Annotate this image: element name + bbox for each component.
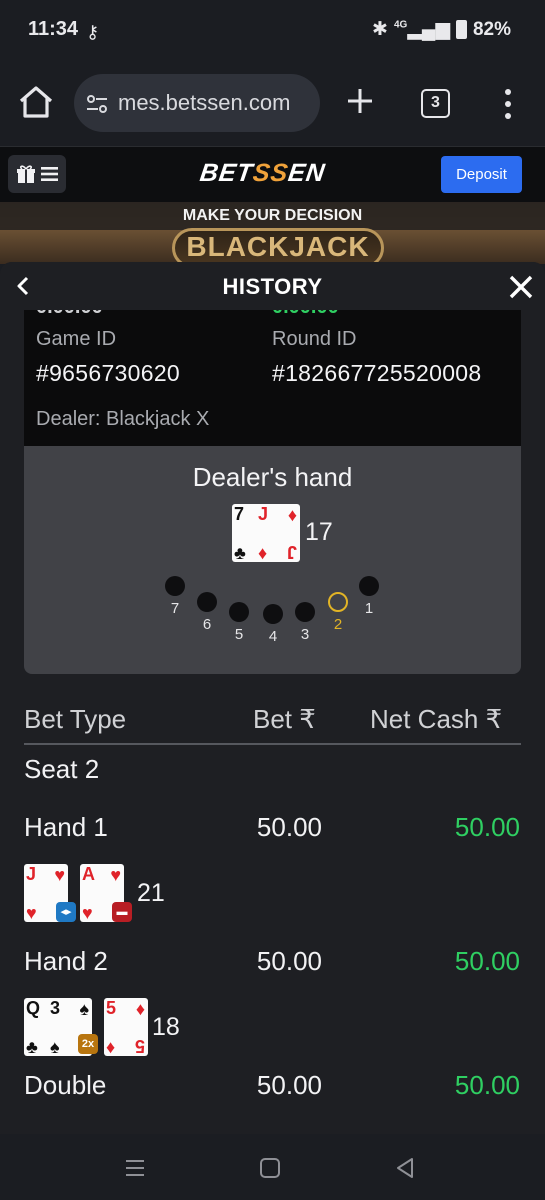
game-banner: MAKE YOUR DECISION BLACKJACK [0,202,545,264]
site-header: BETSSEN Deposit [0,146,545,202]
stand-badge-icon: ▬ [112,902,132,922]
tab-switcher-button[interactable]: 3 [421,89,450,118]
battery-icon [455,20,467,39]
seat-number: 6 [202,616,212,633]
browser-toolbar: mes.betssen.com 3 [0,60,545,146]
seat-6-marker [197,592,217,612]
game-id-label: Game ID [36,328,117,350]
new-tab-icon[interactable] [345,86,375,116]
game-id-value: #9656730620 [36,360,181,386]
url-text: mes.betssen.com [118,90,291,115]
row-net-hand-2: 50.00 [454,946,520,976]
playing-card: A ♥ ♥ ▬ [80,864,132,922]
seat-label: Seat 2 [24,754,100,784]
close-icon[interactable] [508,274,534,300]
gift-icon [17,165,35,183]
row-label-hand-2: Hand 2 [24,946,108,976]
hamburger-icon [41,167,58,181]
row-net-double: 50.00 [454,1070,520,1100]
col-bet-type: Bet Type [24,704,127,734]
col-bet: Bet ₹ [253,704,316,734]
row-label-hand-1: Hand 1 [24,812,108,842]
dealer-hand-card: Dealer's hand 7 ♣ J ♦ ♦ J 17 7 6 5 4 3 2… [24,446,521,674]
system-nav-bar [0,1134,545,1200]
dealer-hand-title: Dealer's hand [192,462,353,492]
seat-2-marker-active [328,592,348,612]
recent-apps-icon[interactable] [123,1156,147,1180]
seat-number: 7 [170,600,180,617]
status-time: 11:34 [28,18,79,40]
site-logo[interactable]: BETSSEN [198,159,327,188]
more-menu-icon[interactable] [500,88,516,120]
status-bar: 11:34 ⚷ ✱ 4G▂▄▆ 82% [0,0,545,60]
row-label-double: Double [24,1070,107,1100]
home-icon[interactable] [16,82,56,122]
dealer-name: Dealer: Blackjack X [36,408,210,430]
site-settings-icon[interactable] [84,91,110,117]
home-nav-icon[interactable] [258,1156,282,1180]
seat-number: 1 [364,600,374,617]
seat-4-marker [263,604,283,624]
seat-1-marker [359,576,379,596]
row-bet-hand-2: 50.00 [256,946,322,976]
table-divider [24,743,521,745]
bluetooth-icon: ✱ [372,19,388,40]
round-id-value: #182667725520008 [272,360,482,386]
split-badge-icon: ◂▸ [56,902,76,922]
seat-number: 3 [300,626,310,643]
round-info-card: 0.00.00 0.00.00 Game ID #9656730620 Roun… [24,296,521,446]
gift-menu-button[interactable] [8,155,66,193]
round-id-label: Round ID [272,328,357,350]
hand-2-total: 18 [152,1013,180,1041]
vpn-key-icon: ⚷ [86,22,100,42]
address-bar[interactable]: mes.betssen.com [74,74,320,132]
seat-number: 5 [234,626,244,643]
hand-1-total: 21 [137,879,165,907]
network-type: 4G [393,19,408,31]
double-badge-icon: 2x [78,1034,98,1054]
history-header: HISTORY [0,262,545,310]
battery-level: 82% [472,18,511,40]
row-bet-double: 50.00 [256,1070,322,1100]
history-title: HISTORY [222,274,323,299]
seat-5-marker [229,602,249,622]
deposit-button[interactable]: Deposit [441,156,522,193]
dealer-total: 17 [305,518,333,546]
col-net-cash: Net Cash ₹ [370,704,503,734]
decision-prompt: MAKE YOUR DECISION [0,202,545,230]
history-panel: 0.00.00 0.00.00 Game ID #9656730620 Roun… [0,262,545,1134]
status-icons: ✱ 4G▂▄▆ 82% [372,18,511,41]
playing-card: J ♦ ♦ J [256,504,300,562]
seat-3-marker [295,602,315,622]
row-net-hand-1: 50.00 [454,812,520,842]
back-nav-icon[interactable] [393,1156,417,1180]
signal-icon: 4G▂▄▆ [393,19,450,40]
seat-number-active: 2 [333,616,343,633]
playing-card: 5 ♦ ♦ 5 [104,998,148,1056]
row-bet-hand-1: 50.00 [256,812,322,842]
playing-card: 3 ♠ ♠ 2x [48,998,98,1056]
game-title: BLACKJACK [172,228,384,264]
seat-number: 4 [268,628,278,645]
seat-7-marker [165,576,185,596]
playing-card: J ♥ ♥ ◂▸ [24,864,76,922]
